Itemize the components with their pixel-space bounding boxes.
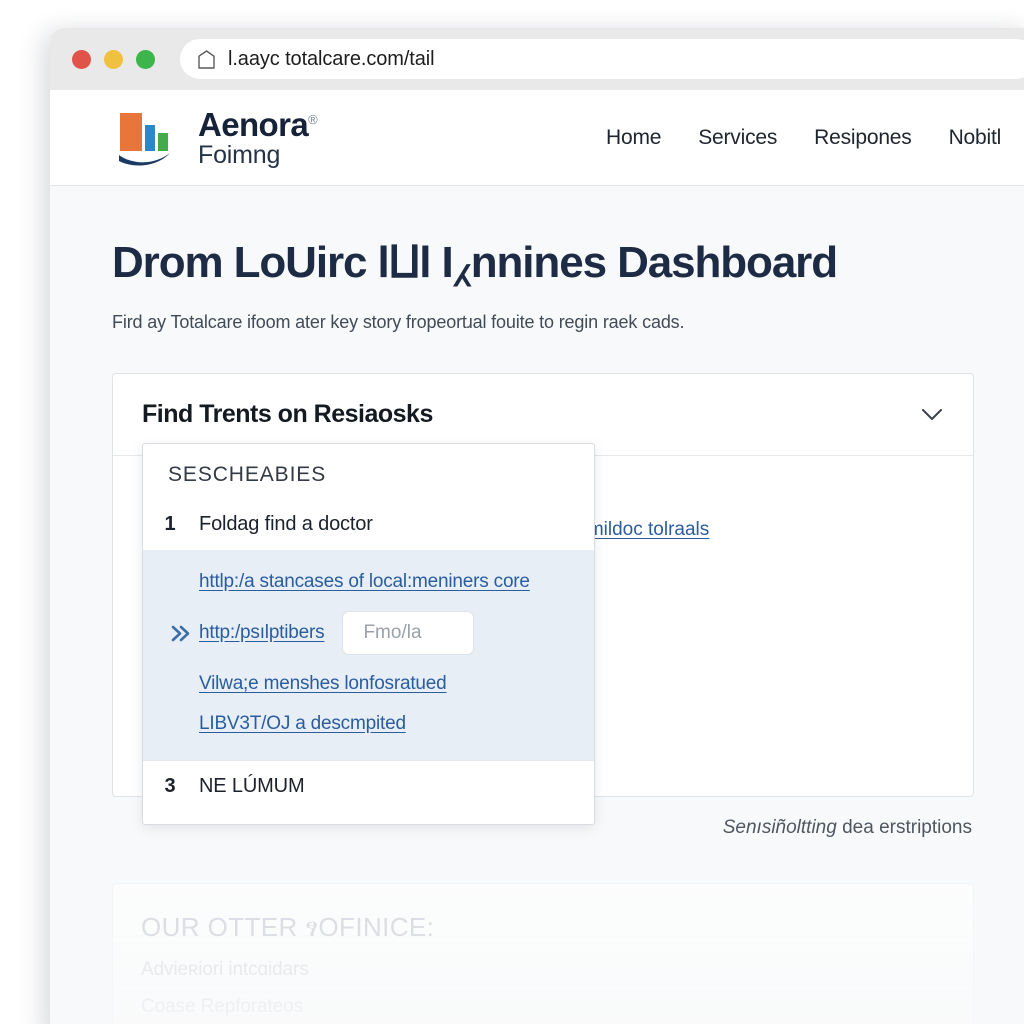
page-icon	[198, 49, 215, 69]
double-chevron-right-icon	[171, 625, 190, 641]
suggestion-row-label: Foldag find a doctor	[199, 513, 373, 535]
suggestion-link-4[interactable]: LIBV3T/OJ a descmpited	[199, 713, 406, 735]
chevron-down-icon[interactable]	[921, 408, 943, 421]
close-window-button[interactable]	[72, 49, 91, 69]
highlighted-links-block: httlp:/a stancases of local:meniners cor…	[143, 550, 594, 760]
browser-titlebar: l.aayc totalcare.com/tail	[50, 28, 1024, 90]
footer-card-item[interactable]: Coase Repforateos	[141, 996, 973, 1018]
brand-name-row: Aenora®	[198, 105, 318, 143]
suggestions-dropdown: SESCHEABIES 1 Foldag find a doctor httlp…	[142, 443, 595, 825]
page-content: Drom LoUirc l⨿l I⁁nnines Dashboard Fird …	[50, 186, 1024, 1024]
maximize-window-button[interactable]	[136, 49, 155, 69]
suggestion-row-1[interactable]: 1 Foldag find a doctor	[143, 503, 594, 550]
address-bar[interactable]: l.aayc totalcare.com/tail	[180, 39, 1024, 79]
nav-item-nobitl[interactable]: Nobitl	[949, 126, 1002, 150]
site-header: Aenora® Foimng Home Services Resipones N…	[50, 90, 1024, 186]
minimize-window-button[interactable]	[104, 49, 123, 69]
suggestion-link-1[interactable]: httlp:/a stancases of local:meniners cor…	[199, 571, 530, 593]
main-navigation: Home Services Resipones Nobitl	[606, 90, 1001, 185]
suggestion-link-3[interactable]: Vilwa;e menshes lonfosratued	[199, 673, 447, 695]
brand-text: Aenora® Foimng	[198, 105, 318, 169]
trends-card: Find Trents on Resiaosks a mildoc tolraa…	[112, 373, 974, 825]
brand-name: Aenora	[198, 105, 309, 143]
inline-search-input[interactable]	[342, 611, 475, 655]
window-controls	[50, 49, 155, 69]
suggestion-row-label: NE LÚMUM	[199, 775, 305, 797]
address-bar-text: l.aayc totalcare.com/tail	[228, 47, 435, 70]
suggestion-link-2[interactable]: http:/psılptibers	[199, 622, 325, 644]
nav-item-resipones[interactable]: Resipones	[814, 126, 912, 150]
screenshot-root: l.aayc totalcare.com/tail Aenora® Foimng	[0, 0, 1024, 1024]
link-gutter	[163, 624, 199, 643]
card-caption-lead: Senısiñoltting	[722, 817, 837, 838]
suggestion-link-row-3[interactable]: Vilwa;e menshes lonfosratued	[143, 664, 594, 704]
suggestion-row-index: 3	[164, 775, 176, 797]
footer-card: OUR OTTER ፃOFINICE: Advieʀiori intcɑidar…	[112, 883, 974, 1024]
footer-card-item[interactable]: Advieʀiori intcɑidars	[141, 959, 973, 981]
footer-card-heading: OUR OTTER ፃOFINICE:	[141, 912, 435, 942]
browser-window: l.aayc totalcare.com/tail Aenora® Foimng	[50, 28, 1024, 1024]
page-title: Drom LoUirc l⨿l I⁁nnines Dashboard	[112, 238, 838, 287]
suggestion-row-3[interactable]: 3 NE LÚMUM	[143, 760, 594, 822]
suggestion-link-row-4[interactable]: LIBV3T/OJ a descmpited	[143, 704, 594, 744]
card-caption-tail: dea erstriptions	[836, 817, 972, 838]
suggestions-label: SESCHEABIES	[168, 463, 327, 486]
suggestion-link-row-1[interactable]: httlp:/a stancases of local:meniners cor…	[143, 562, 594, 602]
nav-item-home[interactable]: Home	[606, 126, 661, 150]
suggestion-row-index: 1	[164, 513, 176, 535]
bar-chart-swoosh-logo-icon	[119, 112, 170, 166]
brand-logo[interactable]: Aenora® Foimng	[118, 105, 318, 169]
nav-item-services[interactable]: Services	[698, 126, 777, 150]
page-subtitle: Fird ay Totalcare ifoom ater key story f…	[112, 312, 685, 332]
registered-mark: ®	[308, 111, 318, 127]
trends-card-title: Find Trents on Resiaosks	[142, 400, 433, 428]
brand-tagline: Foimng	[198, 140, 281, 169]
suggestion-link-row-2[interactable]: http:/psılptibers	[143, 602, 594, 664]
